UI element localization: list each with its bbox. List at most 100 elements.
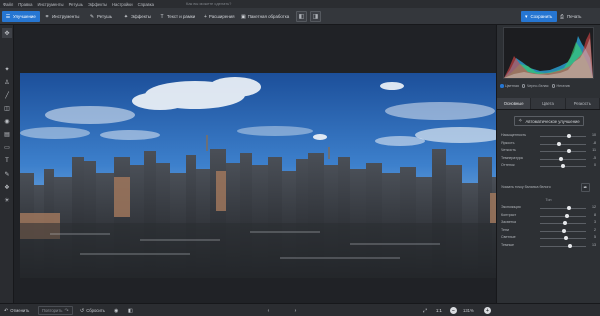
image-canvas[interactable] [14,25,503,303]
slider-track[interactable] [540,208,586,209]
eraser-tool-icon: ◫ [4,105,10,112]
radio-dot [500,84,504,88]
slider-value: -5 [592,155,596,160]
slider-row: Температура -5 [501,156,597,163]
menu-settings[interactable]: Настройки [112,2,133,7]
slider-knob[interactable] [559,156,564,161]
compare-button[interactable]: ◧ [296,11,307,22]
menu-effects[interactable]: Эффекты [88,2,107,7]
tool-light[interactable]: ☀ [2,195,12,205]
tab-extensions[interactable]: + Расширения [201,11,236,22]
redo-button[interactable]: Повторить ↷ [38,306,73,315]
slider-knob[interactable] [568,244,573,248]
eyedropper-icon: ✒ [583,184,588,191]
slider-track[interactable] [540,151,586,153]
tool-move[interactable]: ✥ [2,28,12,38]
slider-row: Темные 13 [501,243,597,250]
eye-icon: ◉ [114,307,119,314]
slider-knob[interactable] [562,221,567,226]
zoom-out-button[interactable]: − [450,307,457,314]
eyedropper-button[interactable]: ✒ [581,183,590,192]
slider-knob[interactable] [557,141,562,146]
tab-sharpness[interactable]: Резкость [565,98,600,109]
slider-label: Яркость [501,140,515,145]
undo-icon: ↶ [4,307,9,314]
zoom-in-button[interactable]: + [484,307,491,314]
compare-icon: ◧ [298,14,305,20]
slider-knob[interactable] [562,228,567,233]
city-skyline-photo[interactable] [20,73,503,278]
chevron-right-icon: › [294,307,297,314]
print-label: Печать [567,14,582,19]
tool-eraser[interactable]: ◫ [2,103,12,113]
tab-effects[interactable]: ✦ Эффекты [120,11,154,22]
slider-value: 10 [592,133,596,137]
slider-row: Четкость 11 [501,148,597,155]
slider-knob[interactable] [567,206,572,210]
tool-layers[interactable]: ❖ [2,182,12,192]
slider-track[interactable] [540,215,586,217]
preview-button[interactable]: ◉ [114,306,120,315]
fit-screen-button[interactable]: ⤢ [423,306,429,315]
auto-enhance-button[interactable]: ✧ Автоматическое улучшение [514,116,584,126]
tool-text[interactable]: T [2,156,12,166]
plus-icon: + [486,307,489,314]
radio-color-label: Цветная [505,84,519,88]
menu-file[interactable]: Файл [3,2,13,7]
before-after-button[interactable]: ◧ [128,306,135,315]
slider-knob[interactable] [563,236,568,241]
menu-tools[interactable]: Инструменты [37,2,63,7]
tool-brush[interactable]: ╱ [2,90,12,100]
tab-colors[interactable]: Цвета [531,98,566,109]
tab-tools[interactable]: ⌗ Инструменты [41,11,84,22]
slider-track[interactable] [540,143,586,145]
light-tool-icon: ☀ [4,197,10,204]
white-balance-label: Указать точку баланса белого [501,185,551,189]
view-mode-button[interactable]: ◨ [310,11,321,22]
reset-button[interactable]: ↺ Сбросить [80,306,105,315]
save-button[interactable]: ▾ Сохранить [521,11,557,22]
histogram [503,27,594,79]
tool-radial[interactable]: ◉ [2,116,12,126]
slider-row: Тени 2 [501,228,597,235]
tool-stamp[interactable]: ♙ [2,77,12,87]
slider-label: Экспозиция [501,205,521,209]
batch-icon: ▣ [241,13,246,20]
slider-knob[interactable] [566,149,571,154]
tool-gradient[interactable]: ▤ [2,129,12,139]
histogram-mode-radios: Цветная Черно-белая Негатив [500,82,600,90]
radio-color[interactable]: Цветная [500,84,519,88]
minus-icon: − [452,307,455,314]
slider-track[interactable] [540,136,586,137]
tab-basic[interactable]: Основные [497,98,532,109]
slider-knob[interactable] [561,164,565,169]
undo-button[interactable]: ↶ Отменить [4,306,29,315]
tab-text-frames[interactable]: T Текст и рамки [156,11,200,22]
menu-help[interactable]: Справка [138,2,154,7]
slider-value: -8 [592,140,596,145]
slider-track[interactable] [540,238,586,240]
help-search-input[interactable]: Как вы можете сделать? [186,1,256,7]
tool-frame[interactable]: ▭ [2,142,12,152]
sliders-icon: ☰ [5,13,11,20]
radio-negative[interactable]: Негатив [551,84,570,88]
tool-magic-wand[interactable]: ✦ [2,64,12,74]
slider-knob[interactable] [565,213,570,218]
radio-bw[interactable]: Черно-белая [521,84,549,88]
slider-knob[interactable] [566,134,571,138]
print-button[interactable]: ⎙ Печать [560,11,581,22]
slider-track[interactable] [540,246,586,247]
redo-label: Повторить [42,308,63,313]
next-image-button[interactable]: › [291,306,300,315]
menu-edit[interactable]: Правка [18,2,32,7]
reset-icon: ↺ [80,307,85,314]
tab-retouch[interactable]: ✎ Ретушь [86,11,118,22]
zoom-1to1-button[interactable]: 1:1 [436,306,442,315]
reset-label: Сбросить [86,308,105,313]
menu-retouch[interactable]: Ретушь [69,2,83,7]
tab-batch[interactable]: ▣ Пакетная обработка [238,11,290,22]
tool-pen[interactable]: ✎ [2,169,12,179]
tab-enhance[interactable]: ☰ Улучшение [2,11,40,22]
prev-image-button[interactable]: ‹ [264,306,273,315]
plus-icon: + [204,13,207,20]
